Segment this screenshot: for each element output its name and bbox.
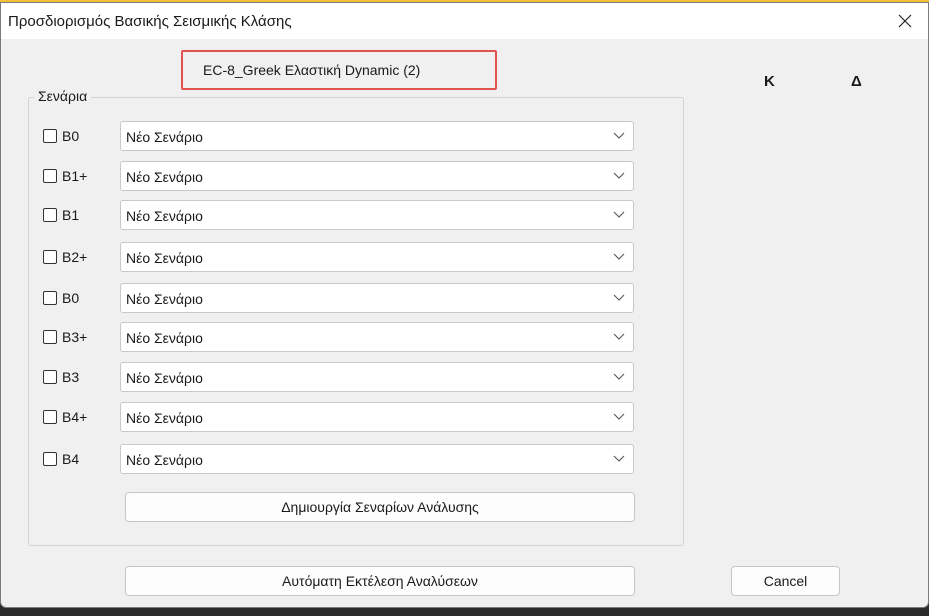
scenario-select-value: Νέο Σενάριο bbox=[126, 169, 203, 185]
chevron-down-icon bbox=[613, 333, 625, 340]
scenario-checkbox-label: B2+ bbox=[62, 249, 88, 265]
scenarios-legend: Σενάρια bbox=[34, 88, 92, 104]
scenario-select-value: Νέο Σενάριο bbox=[126, 410, 203, 426]
chevron-down-icon bbox=[613, 132, 625, 139]
scenario-select[interactable]: Νέο Σενάριο bbox=[120, 242, 634, 272]
scenario-checkbox[interactable] bbox=[43, 250, 57, 264]
scenario-checkbox[interactable] bbox=[43, 410, 57, 424]
scenario-row: B0 Νέο Σενάριο bbox=[0, 121, 929, 151]
close-button[interactable] bbox=[882, 3, 928, 39]
scenario-select-value: Νέο Σενάριο bbox=[126, 452, 203, 468]
scenario-select[interactable]: Νέο Σενάριο bbox=[120, 322, 634, 352]
scenario-checkbox-label: B1+ bbox=[62, 168, 88, 184]
run-analyses-button[interactable]: Αυτόματη Εκτέλεση Αναλύσεων bbox=[125, 566, 635, 596]
scenario-select-value: Νέο Σενάριο bbox=[126, 250, 203, 266]
scenario-select-value: Νέο Σενάριο bbox=[126, 370, 203, 386]
scenario-checkbox[interactable] bbox=[43, 169, 57, 183]
scenario-row: B4+ Νέο Σενάριο bbox=[0, 402, 929, 432]
scenario-row: B3+ Νέο Σενάριο bbox=[0, 322, 929, 352]
scenario-checkbox-label: B0 bbox=[62, 290, 80, 306]
scenario-checkbox-label: B1 bbox=[62, 207, 80, 223]
analysis-label: EC-8_Greek Ελαστική Dynamic (2) bbox=[203, 62, 421, 78]
scenario-select[interactable]: Νέο Σενάριο bbox=[120, 402, 634, 432]
chevron-down-icon bbox=[613, 413, 625, 420]
scenario-select[interactable]: Νέο Σενάριο bbox=[120, 161, 634, 191]
scenario-row: B3 Νέο Σενάριο bbox=[0, 362, 929, 392]
scenario-select-value: Νέο Σενάριο bbox=[126, 129, 203, 145]
chevron-down-icon bbox=[613, 211, 625, 218]
analysis-label-box: EC-8_Greek Ελαστική Dynamic (2) bbox=[181, 50, 497, 90]
close-icon bbox=[898, 14, 912, 28]
scenario-row: B4 Νέο Σενάριο bbox=[0, 444, 929, 474]
chevron-down-icon bbox=[613, 253, 625, 260]
chevron-down-icon bbox=[613, 455, 625, 462]
scenario-row: B0 Νέο Σενάριο bbox=[0, 283, 929, 313]
chevron-down-icon bbox=[613, 172, 625, 179]
scenario-checkbox[interactable] bbox=[43, 291, 57, 305]
scenario-checkbox[interactable] bbox=[43, 452, 57, 466]
scenario-checkbox-label: B4+ bbox=[62, 409, 88, 425]
scenario-select-value: Νέο Σενάριο bbox=[126, 208, 203, 224]
scenario-select[interactable]: Νέο Σενάριο bbox=[120, 283, 634, 313]
scenario-checkbox[interactable] bbox=[43, 129, 57, 143]
window-title: Προσδιορισμός Βασικής Σεισμικής Κλάσης bbox=[8, 13, 292, 30]
scenario-select[interactable]: Νέο Σενάριο bbox=[120, 200, 634, 230]
column-header-k: K bbox=[764, 73, 775, 90]
scenario-row: B1 Νέο Σενάριο bbox=[0, 200, 929, 230]
scenario-checkbox-label: B3+ bbox=[62, 329, 88, 345]
scenario-select[interactable]: Νέο Σενάριο bbox=[120, 121, 634, 151]
title-bar: Προσδιορισμός Βασικής Σεισμικής Κλάσης bbox=[1, 3, 928, 39]
chevron-down-icon bbox=[613, 294, 625, 301]
scenario-checkbox[interactable] bbox=[43, 330, 57, 344]
create-scenarios-button[interactable]: Δημιουργία Σεναρίων Ανάλυσης bbox=[125, 492, 635, 522]
scenario-checkbox[interactable] bbox=[43, 208, 57, 222]
scenario-row: B2+ Νέο Σενάριο bbox=[0, 242, 929, 272]
scenario-checkbox[interactable] bbox=[43, 370, 57, 384]
scenario-select[interactable]: Νέο Σενάριο bbox=[120, 362, 634, 392]
scenario-checkbox-label: B4 bbox=[62, 451, 80, 467]
scenario-select-value: Νέο Σενάριο bbox=[126, 291, 203, 307]
chevron-down-icon bbox=[613, 373, 625, 380]
cancel-button[interactable]: Cancel bbox=[731, 566, 840, 596]
column-header-delta: Δ bbox=[851, 73, 862, 90]
scenario-select-value: Νέο Σενάριο bbox=[126, 330, 203, 346]
scenario-select[interactable]: Νέο Σενάριο bbox=[120, 444, 634, 474]
scenario-row: B1+ Νέο Σενάριο bbox=[0, 161, 929, 191]
scenario-checkbox-label: B3 bbox=[62, 369, 80, 385]
scenario-checkbox-label: B0 bbox=[62, 128, 80, 144]
